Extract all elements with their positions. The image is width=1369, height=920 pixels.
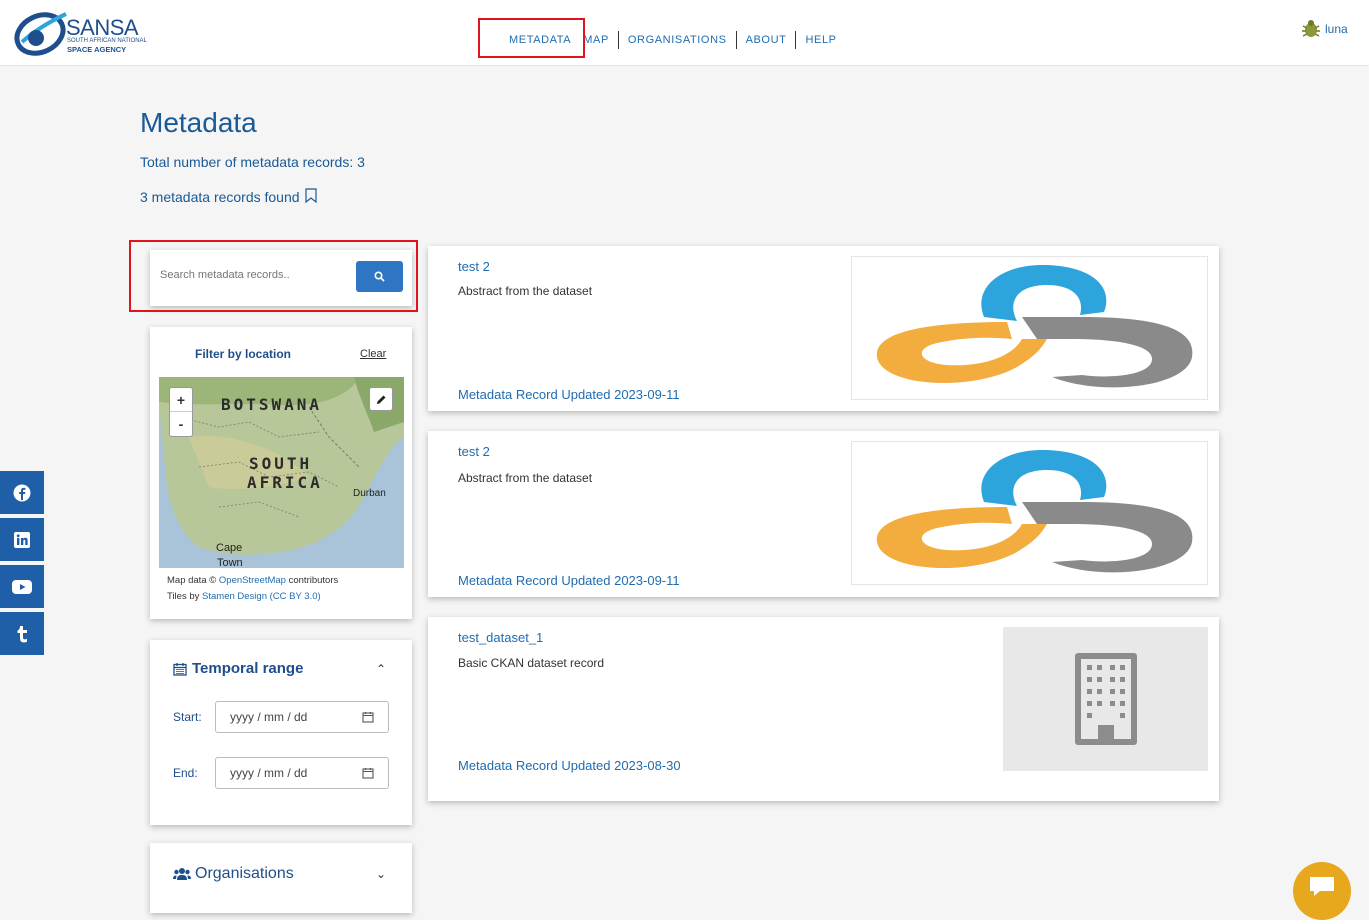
- clear-location-link[interactable]: Clear: [360, 348, 386, 360]
- map-attribution-2: Tiles by Stamen Design (CC BY 3.0): [167, 591, 321, 602]
- record-abstract: Abstract from the dataset: [458, 284, 593, 298]
- map-label-cape: Cape: [216, 542, 243, 554]
- record-thumbnail[interactable]: [1003, 627, 1208, 771]
- chevron-down-icon[interactable]: ⌄: [376, 867, 386, 881]
- highlight-nav-metadata: [478, 18, 585, 58]
- attribution-text: contributors: [288, 575, 339, 586]
- temporal-range-header[interactable]: Temporal range: [173, 660, 303, 677]
- record-card[interactable]: test_dataset_1 Basic CKAN dataset record…: [428, 617, 1219, 801]
- bookmark-icon[interactable]: [305, 188, 318, 204]
- record-thumbnail[interactable]: [851, 256, 1208, 400]
- users-icon: [173, 868, 191, 880]
- page-title: Metadata: [140, 107, 257, 138]
- map-label-africa: AFRICA: [247, 473, 323, 492]
- nav-help[interactable]: HELP: [799, 34, 842, 46]
- youtube-icon[interactable]: [0, 565, 44, 608]
- calendar-icon: [173, 662, 187, 676]
- map-draw-button[interactable]: [369, 387, 393, 411]
- chevron-up-icon[interactable]: ⌃: [376, 662, 386, 676]
- map-label-south: SOUTH: [249, 454, 313, 473]
- organisations-title: Organisations: [195, 865, 294, 882]
- end-date-input[interactable]: yyyy / mm / dd: [215, 757, 389, 789]
- sansa-logo-icon: [14, 12, 67, 56]
- filter-location-title: Filter by location: [195, 347, 292, 361]
- start-date-placeholder: yyyy / mm / dd: [230, 710, 308, 724]
- record-card[interactable]: test 2 Abstract from the dataset Metadat…: [428, 431, 1219, 597]
- location-map[interactable]: BOTSWANA SOUTH AFRICA Durban Cape Town +…: [159, 377, 404, 568]
- nav-divider: [617, 31, 619, 49]
- brand-subtitle-2: SPACE AGENCY: [67, 45, 127, 54]
- tumblr-icon[interactable]: [0, 612, 44, 655]
- highlight-search: [129, 240, 418, 312]
- record-updated: Metadata Record Updated 2023-09-11: [458, 387, 680, 402]
- record-title[interactable]: test_dataset_1: [458, 630, 543, 645]
- map-label-botswana: BOTSWANA: [221, 395, 323, 414]
- social-sidebar: [0, 471, 44, 659]
- end-date-placeholder: yyyy / mm / dd: [230, 766, 308, 780]
- calendar-picker-icon[interactable]: [362, 711, 374, 723]
- building-icon: [1074, 653, 1137, 745]
- attribution-text: Map data ©: [167, 575, 217, 586]
- map-label-town: Town: [217, 557, 243, 568]
- start-label: Start:: [173, 710, 202, 724]
- nav-divider: [795, 31, 797, 49]
- location-filter-card: Filter by location Clear BOTSWANA SOUTH …: [150, 327, 412, 619]
- records-found: 3 metadata records found: [140, 188, 318, 205]
- attribution-text: Tiles by: [167, 591, 200, 602]
- total-records-count: Total number of metadata records: 3: [140, 154, 365, 170]
- records-found-text: 3 metadata records found: [140, 189, 300, 205]
- zoom-out-button[interactable]: -: [170, 412, 192, 436]
- organisations-card: Organisations ⌄: [150, 843, 412, 913]
- map-label-durban: Durban: [353, 488, 386, 499]
- temporal-range-title: Temporal range: [192, 660, 304, 677]
- record-abstract: Basic CKAN dataset record: [458, 656, 605, 670]
- ckan-logo-icon: [876, 450, 1193, 573]
- nav-about[interactable]: ABOUT: [740, 34, 793, 46]
- top-bar: SANSA SOUTH AFRICAN NATIONAL SPACE AGENC…: [0, 0, 1369, 66]
- calendar-picker-icon[interactable]: [362, 767, 374, 779]
- record-title[interactable]: test 2: [458, 259, 490, 274]
- ckan-logo-icon: [876, 265, 1193, 388]
- chat-button[interactable]: [1293, 862, 1351, 920]
- map-attribution-1: Map data © OpenStreetMap contributors: [167, 575, 338, 586]
- openstreetmap-link[interactable]: OpenStreetMap: [219, 575, 286, 586]
- record-updated: Metadata Record Updated 2023-09-11: [458, 573, 680, 588]
- map-zoom-control: + -: [169, 387, 193, 437]
- record-thumbnail[interactable]: [851, 441, 1208, 585]
- record-card[interactable]: test 2 Abstract from the dataset Metadat…: [428, 246, 1219, 411]
- facebook-icon[interactable]: [0, 471, 44, 514]
- username: luna: [1325, 22, 1348, 36]
- record-title[interactable]: test 2: [458, 444, 490, 459]
- cc-by-link[interactable]: (CC BY 3.0): [270, 591, 321, 602]
- organisations-header[interactable]: Organisations: [173, 865, 294, 883]
- nav-organisations[interactable]: ORGANISATIONS: [622, 34, 733, 46]
- record-updated: Metadata Record Updated 2023-08-30: [458, 758, 681, 773]
- user-avatar-icon: [1302, 20, 1320, 37]
- linkedin-icon[interactable]: [0, 518, 44, 561]
- end-label: End:: [173, 766, 198, 780]
- chat-icon: [1310, 877, 1334, 896]
- pencil-icon: [376, 395, 385, 404]
- nav-divider: [735, 31, 737, 49]
- user-menu[interactable]: luna: [1300, 18, 1348, 40]
- brand-subtitle: SOUTH AFRICAN NATIONAL: [67, 38, 147, 44]
- temporal-range-card: Temporal range ⌃ Start: yyyy / mm / dd E…: [150, 640, 412, 825]
- zoom-in-button[interactable]: +: [170, 388, 192, 412]
- record-abstract: Abstract from the dataset: [458, 471, 593, 485]
- start-date-input[interactable]: yyyy / mm / dd: [215, 701, 389, 733]
- sansa-logo[interactable]: SANSA SOUTH AFRICAN NATIONAL SPACE AGENC…: [14, 6, 147, 56]
- stamen-design-link[interactable]: Stamen Design: [202, 591, 267, 602]
